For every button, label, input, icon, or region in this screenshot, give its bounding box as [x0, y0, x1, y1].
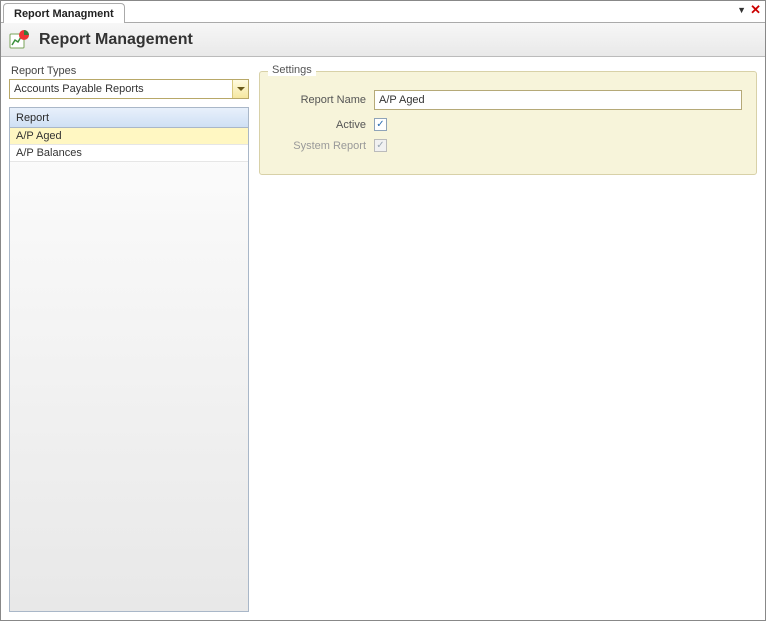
combo-selected-text: Accounts Payable Reports [10, 80, 232, 98]
page-title: Report Management [39, 31, 193, 49]
report-types-label: Report Types [9, 65, 249, 77]
chevron-down-icon [237, 87, 245, 91]
combo-dropdown-button[interactable] [232, 80, 248, 98]
tab-dropdown-icon[interactable]: ▼ [737, 5, 746, 15]
grid-row[interactable]: A/P Aged [10, 128, 248, 145]
content-area: Report Types Accounts Payable Reports Re… [1, 57, 765, 620]
check-icon: ✓ [376, 120, 384, 130]
system-report-row: System Report ✓ [274, 139, 742, 152]
tab-label: Report Managment [14, 8, 114, 20]
settings-fieldset: Settings Report Name Active ✓ System Rep… [259, 71, 757, 175]
grid-cell: A/P Aged [16, 130, 62, 142]
grid-cell: A/P Balances [16, 147, 82, 159]
tab-close-icon[interactable]: ✕ [750, 3, 761, 16]
settings-legend: Settings [268, 64, 316, 76]
reports-grid[interactable]: Report A/P Aged A/P Balances [9, 107, 249, 612]
tab-controls: ▼ ✕ [737, 3, 761, 16]
grid-column-header[interactable]: Report [10, 108, 248, 128]
report-types-combo[interactable]: Accounts Payable Reports [9, 79, 249, 99]
check-icon: ✓ [376, 141, 384, 151]
report-management-window: Report Managment ▼ ✕ Report Management R… [0, 0, 766, 621]
report-name-input[interactable] [374, 90, 742, 110]
report-name-label: Report Name [274, 94, 374, 106]
active-label: Active [274, 119, 374, 131]
active-checkbox[interactable]: ✓ [374, 118, 387, 131]
grid-header-label: Report [16, 112, 49, 124]
system-report-checkbox: ✓ [374, 139, 387, 152]
system-report-label: System Report [274, 140, 374, 152]
left-panel: Report Types Accounts Payable Reports Re… [9, 65, 249, 612]
active-row: Active ✓ [274, 118, 742, 131]
grid-row[interactable]: A/P Balances [10, 145, 248, 162]
report-icon [9, 29, 31, 51]
right-panel: Settings Report Name Active ✓ System Rep… [259, 65, 757, 612]
tab-strip: Report Managment ▼ ✕ [1, 1, 765, 23]
tab-report-management[interactable]: Report Managment [3, 3, 125, 23]
report-name-row: Report Name [274, 90, 742, 110]
title-bar: Report Management [1, 23, 765, 57]
